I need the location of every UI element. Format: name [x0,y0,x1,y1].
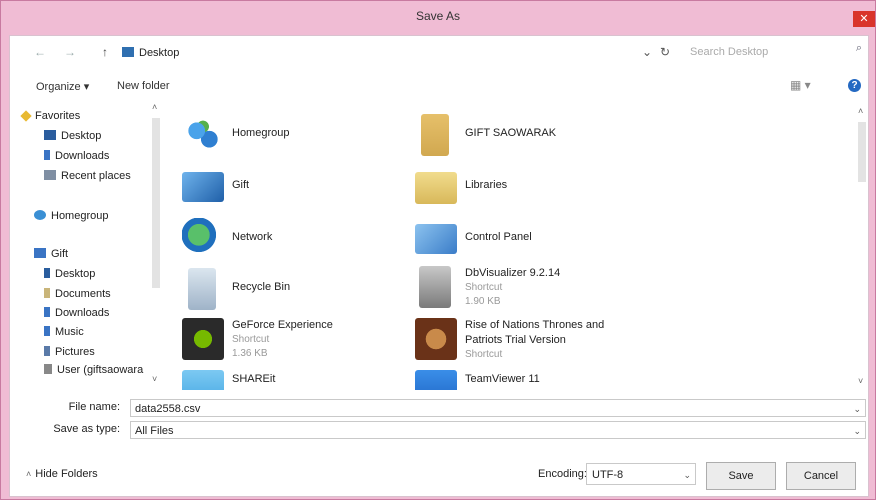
up-button[interactable]: ↑ [102,45,108,59]
downloads-icon [44,150,50,160]
chevron-down-icon[interactable]: ⌄ [853,400,861,418]
search-input[interactable]: Search Desktop [680,42,870,62]
toolbar: Organize ▾ New folder ▦ ▾ ? [10,74,868,98]
encoding-select[interactable]: UTF-8 ⌄ [586,463,696,485]
documents-icon [44,288,50,298]
file-list: Homegroup GIFT SAOWARAK Gift Libraries N… [170,100,860,390]
nav-item-downloads[interactable]: Downloads [44,150,109,162]
forward-button[interactable]: → [64,45,76,59]
save-as-dialog: Save As ✕ ← → ↑ Desktop ⌄ ↻ Search Deskt… [0,0,876,500]
new-folder-button[interactable]: New folder [117,80,170,92]
nav-item-recent-places[interactable]: Recent places [44,170,131,182]
address-row: ← → ↑ Desktop ⌄ ↻ Search Desktop ⌕ [10,36,868,68]
dialog-body: ← → ↑ Desktop ⌄ ↻ Search Desktop ⌕ Organ… [9,35,869,497]
nav-item-desktop-2[interactable]: Desktop [44,268,95,280]
nav-item-homegroup[interactable]: Homegroup [34,210,108,222]
file-item-control-panel[interactable]: Control Panel [415,218,635,264]
nav-item-downloads-2[interactable]: Downloads [44,307,109,319]
computer-icon [182,172,224,202]
nav-item-documents[interactable]: Documents [44,288,111,300]
file-item-gift[interactable]: Gift [182,166,402,212]
recent-places-icon [44,170,56,180]
chevron-up-icon: ˄ [26,469,32,479]
desktop-folder-icon [122,47,134,57]
desktop-icon [44,130,56,140]
homegroup-icon [182,114,224,156]
star-icon [20,110,32,122]
hide-folders-button[interactable]: ˄ Hide Folders [26,468,98,480]
user-folder-icon [421,114,449,156]
scroll-up-arrow-icon[interactable]: ˄ [152,102,157,112]
nav-item-desktop[interactable]: Desktop [44,130,101,142]
scroll-down-arrow-icon[interactable]: ˅ [858,376,863,386]
chevron-down-icon[interactable]: ⌄ [683,464,691,486]
downloads-icon [44,307,50,317]
nav-item-gift[interactable]: Gift [34,248,68,260]
scroll-up-arrow-icon[interactable]: ˄ [858,106,863,116]
game-icon [415,318,457,360]
navigation-pane: Favorites Desktop Downloads Recent place… [10,102,162,394]
libraries-icon [415,172,457,204]
address-bar[interactable]: Desktop [122,47,179,59]
close-button[interactable]: ✕ [853,11,875,27]
file-item-homegroup[interactable]: Homegroup [182,114,402,160]
file-item-gift-saowarak[interactable]: GIFT SAOWARAK [415,114,635,160]
nav-scroll-thumb[interactable] [152,118,160,288]
shareit-icon [182,370,224,390]
network-icon [182,218,224,260]
teamviewer-icon [415,370,457,390]
dialog-title: Save As [415,9,461,23]
pictures-icon [44,346,50,356]
save-as-type-label: Save as type: [53,423,120,435]
nav-scrollbar[interactable]: ˄ ˅ [150,102,162,388]
homegroup-icon [34,210,46,220]
title-bar: Save As ✕ [1,1,875,31]
nav-item-user-drive[interactable]: User (giftsaowara [44,364,143,376]
cancel-button[interactable]: Cancel [786,462,856,490]
file-item-shareit[interactable]: SHAREit [182,370,402,390]
database-icon [419,266,451,308]
file-item-geforce-experience[interactable]: GeForce Experience Shortcut 1.36 KB [182,318,402,364]
file-item-rise-of-nations[interactable]: Rise of Nations Thrones and Patriots Tri… [415,318,635,368]
search-icon[interactable]: ⌕ [856,42,862,55]
help-icon[interactable]: ? [848,79,861,92]
drive-icon [44,364,52,374]
scroll-down-arrow-icon[interactable]: ˅ [152,374,157,384]
encoding-label: Encoding: [538,468,587,480]
organize-button[interactable]: Organize ▾ [36,80,89,93]
save-button[interactable]: Save [706,462,776,490]
refresh-button[interactable]: ↻ [660,45,670,59]
nav-item-music[interactable]: Music [44,326,84,338]
file-item-dbvisualizer[interactable]: DbVisualizer 9.2.14 Shortcut 1.90 KB [415,266,635,312]
desktop-icon [44,268,50,278]
file-list-scroll-thumb[interactable] [858,122,866,182]
nav-item-pictures[interactable]: Pictures [44,346,95,358]
file-item-teamviewer[interactable]: TeamViewer 11 [415,370,635,390]
user-icon [34,248,46,258]
back-button[interactable]: ← [34,45,46,59]
music-icon [44,326,50,336]
address-dropdown[interactable]: ⌄ [642,45,652,59]
nav-item-favorites[interactable]: Favorites [20,110,80,122]
file-name-input[interactable]: data2558.csv ⌄ [130,399,866,417]
chevron-down-icon[interactable]: ⌄ [853,422,861,440]
file-item-recycle-bin[interactable]: Recycle Bin [182,268,402,314]
address-path: Desktop [139,47,180,59]
file-list-scrollbar[interactable]: ˄ ˅ [856,104,868,390]
view-options-button[interactable]: ▦ ▾ [790,78,811,92]
file-name-label: File name: [68,401,120,413]
file-item-libraries[interactable]: Libraries [415,166,635,212]
file-item-network[interactable]: Network [182,218,402,264]
recycle-bin-icon [188,268,216,310]
nvidia-icon [182,318,224,360]
control-panel-icon [415,224,457,254]
save-as-type-select[interactable]: All Files ⌄ [130,421,866,439]
